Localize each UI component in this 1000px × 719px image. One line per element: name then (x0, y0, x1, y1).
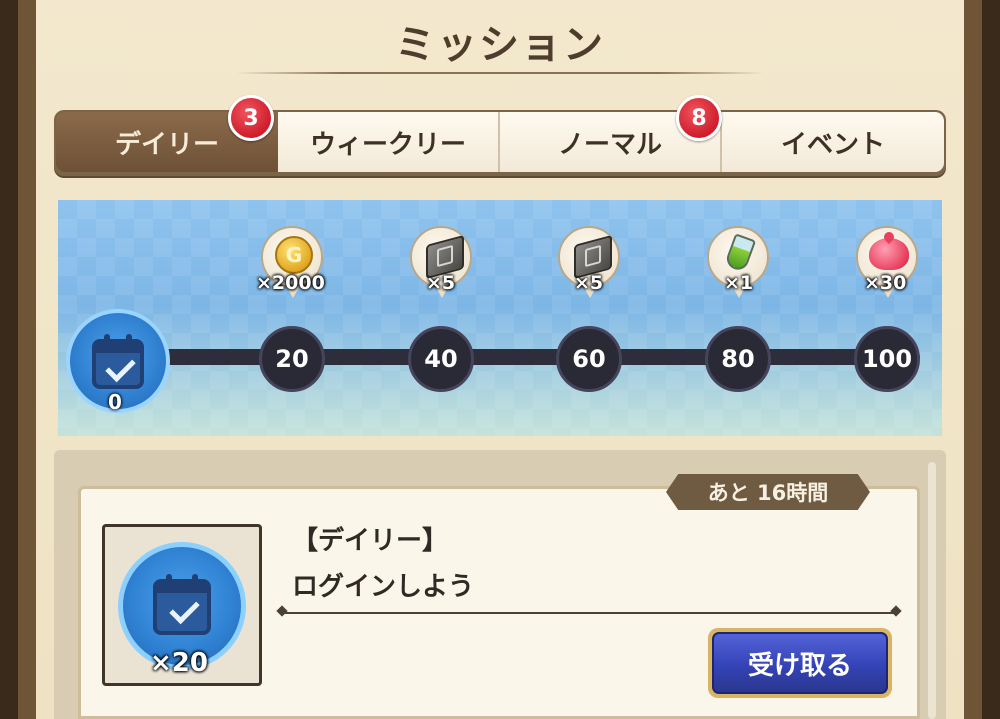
calendar-check-icon (92, 334, 144, 389)
normal-badge: 8 (676, 95, 722, 141)
tab-event-label: イベント (780, 129, 885, 160)
reward-qty: ×5 (574, 272, 604, 294)
tab-weekly-label: ウィークリー (309, 129, 466, 160)
tab-daily-label: デイリー (114, 129, 219, 160)
reward-qty: ×2000 (256, 272, 325, 294)
scrollbar[interactable] (928, 462, 936, 719)
page-title: ミッション (395, 22, 605, 68)
potion-icon (723, 233, 757, 273)
gold-coin-icon: G (275, 236, 313, 274)
claim-button-label: 受け取る (712, 632, 888, 694)
mission-category: 【デイリー】 (292, 526, 449, 556)
reward-qty: ×5 (426, 272, 456, 294)
title-underline (236, 72, 764, 74)
tab-normal-label: ノーマル (557, 129, 662, 160)
mission-name: ログインしよう (292, 572, 475, 602)
tab-weekly[interactable]: ウィークリー (278, 112, 500, 172)
progress-panel (58, 200, 942, 436)
claim-button[interactable]: 受け取る (708, 628, 892, 698)
calendar-check-icon (153, 574, 211, 635)
divider (282, 612, 896, 614)
time-remaining-tag: あと 16時間 (666, 474, 870, 510)
progress-track (140, 349, 920, 365)
milestone-node: 80 (705, 326, 771, 392)
daily-badge: 3 (228, 95, 274, 141)
tab-event[interactable]: イベント (722, 112, 944, 172)
current-points: 0 (108, 390, 122, 414)
mission-reward-qty: ×20 (150, 648, 208, 678)
milestone-node: 100 (854, 326, 920, 392)
reward-qty: ×1 (724, 272, 754, 294)
milestone-node: 40 (408, 326, 474, 392)
reward-qty: ×30 (864, 272, 907, 294)
tab-bar: デイリー ウィークリー ノーマル イベント (54, 110, 946, 176)
milestone-node: 20 (259, 326, 325, 392)
milestone-node: 60 (556, 326, 622, 392)
